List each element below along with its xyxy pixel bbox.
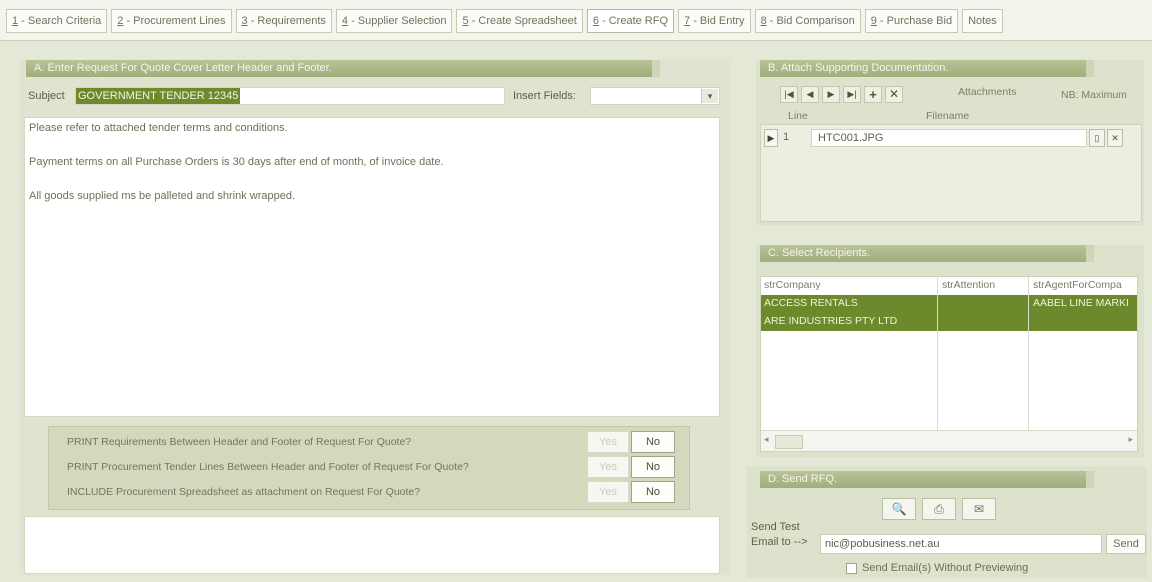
email-to-label: Email to --> bbox=[751, 536, 808, 548]
tab-procurement-lines[interactable]: 2 - Procurement Lines bbox=[111, 9, 232, 33]
preview-icon[interactable]: 🔍 bbox=[882, 498, 916, 520]
add-icon[interactable]: + bbox=[864, 86, 882, 103]
insert-fields-select[interactable]: ▾ bbox=[590, 87, 720, 105]
send-test-label: Send Test bbox=[751, 521, 800, 533]
tab-notes[interactable]: Notes bbox=[962, 9, 1003, 33]
open-file-icon[interactable]: ▯ bbox=[1089, 129, 1105, 147]
send-without-preview-label: Send Email(s) Without Previewing bbox=[862, 562, 1029, 574]
body-line: All goods supplied ms be palleted and sh… bbox=[29, 190, 295, 202]
max-note: NB: Maximum bbox=[1061, 89, 1127, 101]
option-print-requirements-label: PRINT Requirements Between Header and Fo… bbox=[67, 436, 412, 448]
col-attention bbox=[938, 277, 1029, 431]
printer-icon[interactable]: ⎙ bbox=[922, 498, 956, 520]
last-record-icon[interactable]: ▶| bbox=[843, 86, 861, 103]
footer-text-area[interactable] bbox=[24, 516, 720, 574]
subject-value: GOVERNMENT TENDER 12345 bbox=[76, 88, 241, 104]
attachment-filename[interactable]: HTC001.JPG bbox=[811, 129, 1087, 147]
remove-file-icon[interactable]: ✕ bbox=[1107, 129, 1123, 147]
subject-input[interactable]: GOVERNMENT TENDER 12345 bbox=[75, 87, 505, 105]
no-button[interactable]: No bbox=[631, 456, 675, 478]
panel-b-title-text: B. Attach Supporting Documentation. bbox=[768, 62, 949, 74]
header-agent: strAgentForCompa bbox=[1033, 279, 1122, 291]
recipient-company[interactable]: ACCESS RENTALS bbox=[764, 297, 858, 309]
panel-d-title: D. Send RFQ. bbox=[760, 471, 1094, 488]
attachments-label: Attachments bbox=[958, 86, 1017, 98]
next-record-icon[interactable]: ▶ bbox=[822, 86, 840, 103]
recipient-agent[interactable]: AABEL LINE MARKI bbox=[1033, 297, 1129, 309]
tab-requirements[interactable]: 3 - Requirements bbox=[235, 9, 332, 33]
no-button[interactable]: No bbox=[631, 481, 675, 503]
no-button[interactable]: No bbox=[631, 431, 675, 453]
yes-button[interactable]: Yes bbox=[587, 431, 629, 453]
panel-c-title-text: C. Select Recipients. bbox=[768, 247, 871, 259]
scroll-thumb[interactable] bbox=[775, 435, 803, 449]
print-options: PRINT Requirements Between Header and Fo… bbox=[48, 426, 690, 510]
table-row[interactable]: ▶ 1 HTC001.JPG ▯ ✕ bbox=[761, 127, 1137, 149]
first-record-icon[interactable]: |◀ bbox=[780, 86, 798, 103]
option-include-spreadsheet-label: INCLUDE Procurement Spreadsheet as attac… bbox=[67, 486, 421, 498]
scroll-right-icon[interactable]: ▸ bbox=[1128, 434, 1133, 445]
tab-create-spreadsheet[interactable]: 5 - Create Spreadsheet bbox=[456, 9, 583, 33]
option-print-tender-lines-label: PRINT Procurement Tender Lines Between H… bbox=[67, 461, 469, 473]
tab-bid-comparison[interactable]: 8 - Bid Comparison bbox=[754, 9, 861, 33]
email-icon[interactable]: ✉ bbox=[962, 498, 996, 520]
send-toolbar: 🔍 ⎙ ✉ bbox=[882, 498, 996, 520]
chevron-down-icon[interactable]: ▾ bbox=[701, 89, 718, 103]
attachments-grid: ▶ 1 HTC001.JPG ▯ ✕ bbox=[760, 124, 1142, 222]
delete-icon[interactable]: ✕ bbox=[885, 86, 903, 103]
tab-supplier-selection[interactable]: 4 - Supplier Selection bbox=[335, 9, 453, 33]
col-filename-header: Filename bbox=[926, 110, 970, 122]
col-line-header: Line bbox=[788, 110, 808, 122]
tab-purchase-bid[interactable]: 9 - Purchase Bid bbox=[864, 9, 959, 33]
tab-bar: 1 - Search Criteria 2 - Procurement Line… bbox=[0, 0, 1152, 41]
panel-d-title-text: D. Send RFQ. bbox=[768, 473, 838, 485]
prev-record-icon[interactable]: ◀ bbox=[801, 86, 819, 103]
scroll-left-icon[interactable]: ◂ bbox=[764, 434, 769, 445]
panel-a-title-text: A. Enter Request For Quote Cover Letter … bbox=[34, 62, 332, 74]
recipient-company[interactable]: ARE INDUSTRIES PTY LTD bbox=[764, 315, 897, 327]
panel-a-title: A. Enter Request For Quote Cover Letter … bbox=[26, 60, 660, 77]
panel-c-title: C. Select Recipients. bbox=[760, 245, 1094, 262]
panel-b-title: B. Attach Supporting Documentation. bbox=[760, 60, 1094, 77]
insert-fields-label: Insert Fields: bbox=[513, 90, 576, 102]
tab-search-criteria[interactable]: 1 - Search Criteria bbox=[6, 9, 108, 33]
subject-label: Subject bbox=[28, 90, 65, 102]
tab-create-rfq[interactable]: 6 - Create RFQ bbox=[586, 9, 675, 33]
header-attention: strAttention bbox=[942, 279, 996, 291]
attachment-line: 1 bbox=[783, 131, 790, 143]
body-line: Please refer to attached tender terms an… bbox=[29, 122, 288, 134]
horizontal-scrollbar[interactable]: ◂ ▸ bbox=[761, 430, 1137, 451]
send-without-preview-checkbox[interactable] bbox=[846, 563, 857, 574]
yes-button[interactable]: Yes bbox=[587, 456, 629, 478]
recipients-grid: strCompany strAttention strAgentForCompa… bbox=[760, 276, 1138, 452]
email-field[interactable]: nic@pobusiness.net.au bbox=[820, 534, 1102, 554]
attachments-toolbar: |◀ ◀ ▶ ▶| + ✕ bbox=[780, 86, 903, 103]
row-pointer-icon: ▶ bbox=[764, 129, 778, 147]
send-button[interactable]: Send bbox=[1106, 534, 1146, 554]
header-company: strCompany bbox=[764, 279, 821, 291]
yes-button[interactable]: Yes bbox=[587, 481, 629, 503]
tab-bid-entry[interactable]: 7 - Bid Entry bbox=[678, 9, 751, 33]
body-line: Payment terms on all Purchase Orders is … bbox=[29, 156, 444, 168]
header-text-area[interactable]: Please refer to attached tender terms an… bbox=[24, 117, 720, 417]
